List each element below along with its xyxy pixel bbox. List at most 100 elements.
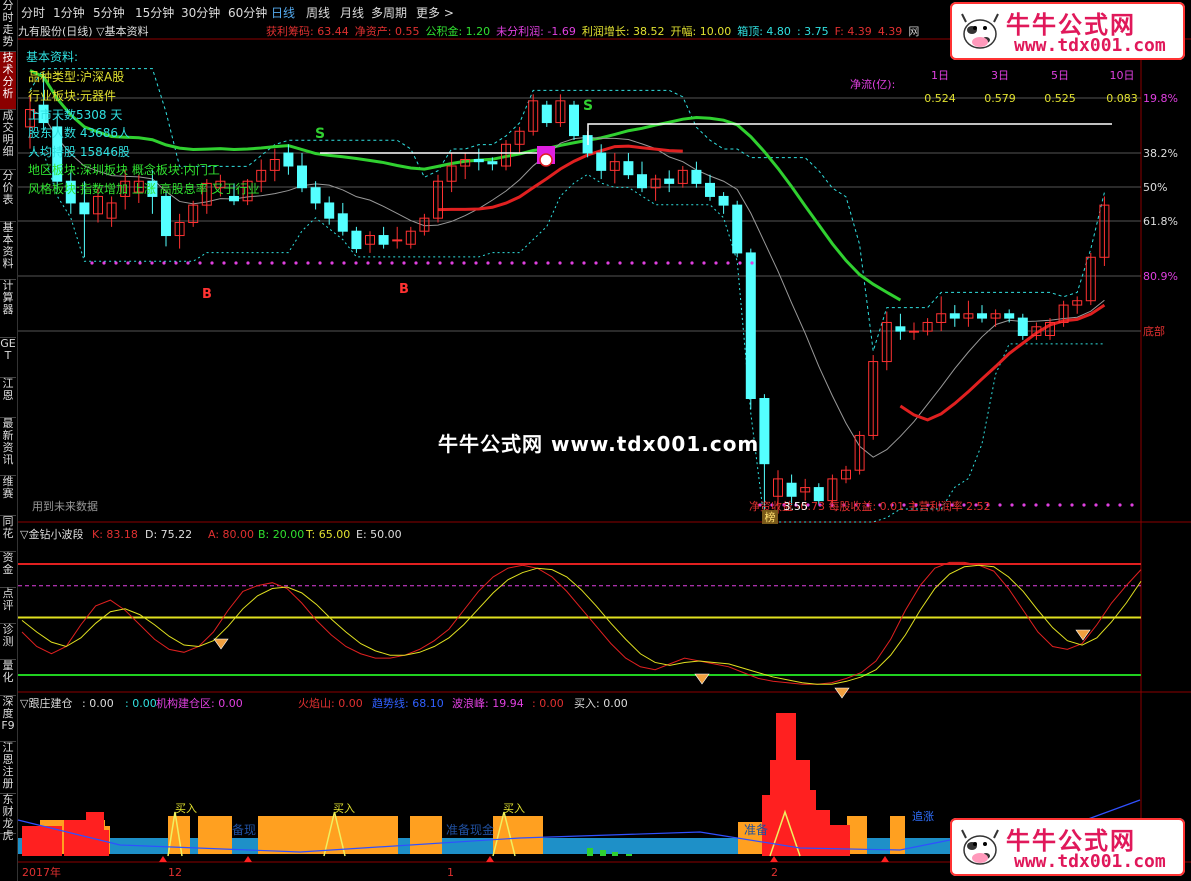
- kd-value-1: D: 75.22: [145, 528, 192, 541]
- candle-body: [977, 313, 987, 319]
- dashed-box-bottom-line: [30, 152, 1105, 523]
- support-dot: [474, 261, 478, 265]
- up-arrow-icon: [770, 856, 778, 862]
- candle-body: [324, 202, 335, 219]
- support-dot: [246, 261, 250, 265]
- candle-body: [637, 174, 647, 189]
- support-dot: [402, 261, 406, 265]
- support-dot: [258, 261, 262, 265]
- support-dot: [510, 261, 514, 265]
- candle-body: [473, 159, 484, 163]
- support-dot: [570, 261, 574, 265]
- support-dot: [546, 261, 550, 265]
- support-dot: [750, 261, 754, 265]
- support-dot: [330, 261, 334, 265]
- kd-d-line: [21, 564, 1142, 685]
- bottom-dot: [1082, 503, 1086, 507]
- support-dot: [702, 261, 706, 265]
- fib-label-0: 19.8%: [1143, 92, 1178, 105]
- candle-body: [949, 313, 960, 319]
- logo-url: www.tdx001.com: [1014, 851, 1166, 872]
- up-arrow-icon: [244, 856, 252, 862]
- support-dot: [198, 261, 202, 265]
- sell-signal: S: [315, 126, 325, 142]
- basic-info-line-2: 行业板块:元器件: [28, 89, 117, 103]
- basic-info-line-6: 地区板块:深圳板块 概念板块:内门工: [28, 163, 220, 177]
- orange-block: [890, 816, 905, 854]
- support-dot: [486, 261, 490, 265]
- support-dot: [522, 261, 526, 265]
- support-dot: [714, 261, 718, 265]
- candle-body: [378, 235, 389, 245]
- buy-label: 买入: [333, 802, 355, 815]
- support-dot: [726, 261, 730, 265]
- kd-value-5: E: 50.00: [356, 528, 402, 541]
- zhuang-panel-title: ▽跟庄建仓: [20, 696, 72, 710]
- resistance-line-2: [587, 123, 1112, 145]
- candle-body: [297, 165, 307, 189]
- zhuang-value-0: : 0.00: [82, 697, 114, 710]
- fib-label-2: 50%: [1143, 181, 1167, 194]
- support-dot: [666, 261, 670, 265]
- netflow-value-0: 0.524: [924, 92, 956, 105]
- support-dot: [414, 261, 418, 265]
- prep-cash-label: 准备: [744, 823, 768, 837]
- zhuang-value-5: 波浪峰: 19.94: [452, 696, 524, 710]
- support-dot: [426, 261, 430, 265]
- support-dot: [618, 261, 622, 265]
- candle-body: [786, 482, 797, 497]
- netflow-label: 净流(亿):: [850, 77, 895, 91]
- support-dot: [294, 261, 298, 265]
- fib-label-1: 38.2%: [1143, 147, 1178, 160]
- support-dot: [102, 261, 106, 265]
- support-dot: [354, 261, 358, 265]
- zhuang-value-2: 机构建仓区: 0.00: [156, 696, 243, 710]
- basic-info-line-7: 风格板块:指数增加 上涨 高股息率 又于行业: [28, 182, 260, 196]
- netflow-header-3: 10日: [1110, 69, 1135, 82]
- support-dot: [282, 261, 286, 265]
- cow-logo-icon: [961, 13, 999, 49]
- support-dot: [114, 261, 118, 265]
- candle-body: [623, 161, 634, 176]
- diamond-icon: [694, 673, 710, 685]
- netflow-header-1: 3日: [991, 69, 1009, 82]
- support-dot: [90, 261, 94, 265]
- red-block: [22, 826, 62, 856]
- support-dot: [630, 261, 634, 265]
- zhuang-value-4: 趋势线: 68.10: [372, 696, 444, 710]
- support-dot: [678, 261, 682, 265]
- green-bar: [626, 854, 632, 856]
- x-axis-label: 12: [168, 866, 182, 879]
- support-dot: [690, 261, 694, 265]
- candle-body: [569, 104, 579, 137]
- red-block: [830, 825, 850, 856]
- support-dot: [150, 261, 154, 265]
- candle-body: [79, 202, 90, 215]
- prep-cash-label: 准备现金: [446, 822, 494, 837]
- bottom-dot: [1106, 503, 1110, 507]
- support-dot: [270, 261, 274, 265]
- basic-info-line-3: 上市天数5308 天: [28, 108, 123, 122]
- future-data-label: 用到未来数据: [32, 499, 98, 513]
- kd-value-2: A: 80.00: [208, 528, 254, 541]
- netflow-value-2: 0.525: [1044, 92, 1076, 105]
- candle-body: [909, 330, 919, 333]
- bottom-dot: [1058, 503, 1062, 507]
- support-dot: [138, 261, 142, 265]
- basic-info-line-4: 股东人数 43686人: [28, 126, 130, 140]
- bottom-dot: [998, 503, 1002, 507]
- x-axis-label: 2: [771, 866, 778, 879]
- support-dot: [306, 261, 310, 265]
- cow-logo-icon: [961, 829, 999, 865]
- candle-body: [745, 252, 756, 399]
- support-dot: [654, 261, 658, 265]
- candle-body: [732, 204, 743, 254]
- kd-panel-title: ▽金钻小波段: [20, 527, 83, 541]
- bottom-dot: [1118, 503, 1122, 507]
- green-bar: [600, 850, 606, 856]
- zhuang-value-6: : 0.00: [532, 697, 564, 710]
- support-dot: [462, 261, 466, 265]
- red-block: [796, 760, 810, 856]
- green-bar: [612, 852, 618, 856]
- candle-body: [541, 104, 552, 124]
